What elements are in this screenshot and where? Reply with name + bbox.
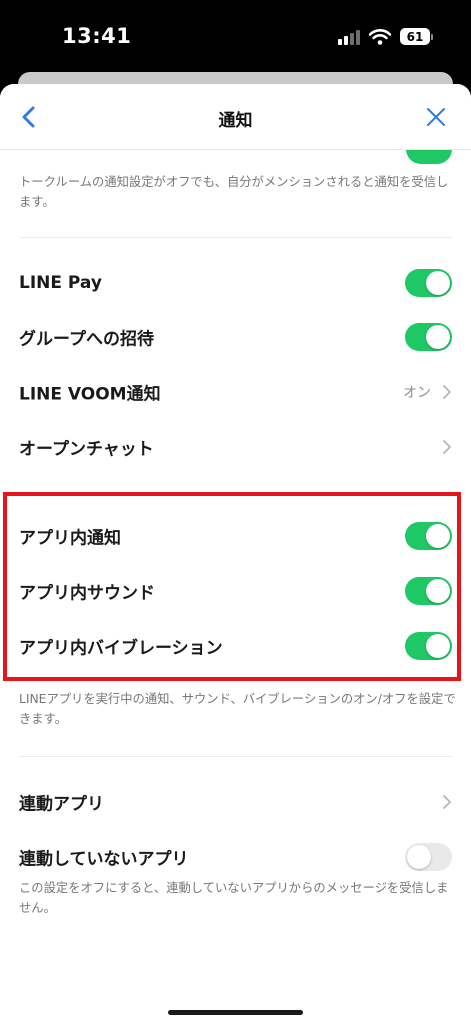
line-pay-toggle[interactable] [405,269,452,297]
notification-settings-sheet: 通知 トークルームの通知設定がオフでも、自分がメンションされると通知を受信します… [0,84,471,1024]
home-indicator [168,1010,303,1015]
navigation-bar: 通知 [0,84,471,150]
cellular-signal-icon [338,29,360,45]
line-voom-status: オン [403,385,431,401]
divider [19,756,452,757]
mention-description: トークルームの通知設定がオフでも、自分がメンションされると通知を受信します。 [19,175,449,209]
row-label: 連動していないアプリ [19,849,189,870]
status-bar: 13:41 61 [0,0,471,72]
chevron-right-icon [443,440,451,454]
close-icon[interactable] [425,106,447,128]
row-label: グループへの招待 [19,329,154,350]
status-time: 13:41 [62,24,132,48]
battery-icon: 61 [400,28,433,45]
row-open-chat[interactable]: オープンチャット [0,420,471,474]
status-icons: 61 [338,28,433,45]
row-line-pay: LINE Pay [0,256,471,310]
unlinked-description: この設定をオフにすると、連動していないアプリからのメッセージを受信しません。 [19,881,449,915]
battery-level: 61 [400,28,430,45]
chevron-right-icon [443,385,451,399]
chevron-right-icon [443,795,451,809]
row-label: オープンチャット [19,439,154,460]
highlight-box [3,492,461,681]
group-invite-toggle[interactable] [405,323,452,351]
row-label: 連動アプリ [19,794,104,815]
in-app-description: LINEアプリを実行中の通知、サウンド、バイブレーションのオン/オフを設定できま… [19,692,456,726]
divider [19,237,452,238]
row-label: LINE VOOM通知 [19,384,161,405]
row-unlinked-apps: 連動していないアプリ [0,830,471,884]
row-group-invite: グループへの招待 [0,310,471,364]
page-title: 通知 [218,111,253,131]
row-label: LINE Pay [19,273,102,293]
row-linked-apps[interactable]: 連動アプリ [0,775,471,829]
wifi-icon [369,28,391,45]
row-line-voom[interactable]: LINE VOOM通知 オン [0,365,471,419]
unlinked-apps-toggle[interactable] [405,843,452,871]
